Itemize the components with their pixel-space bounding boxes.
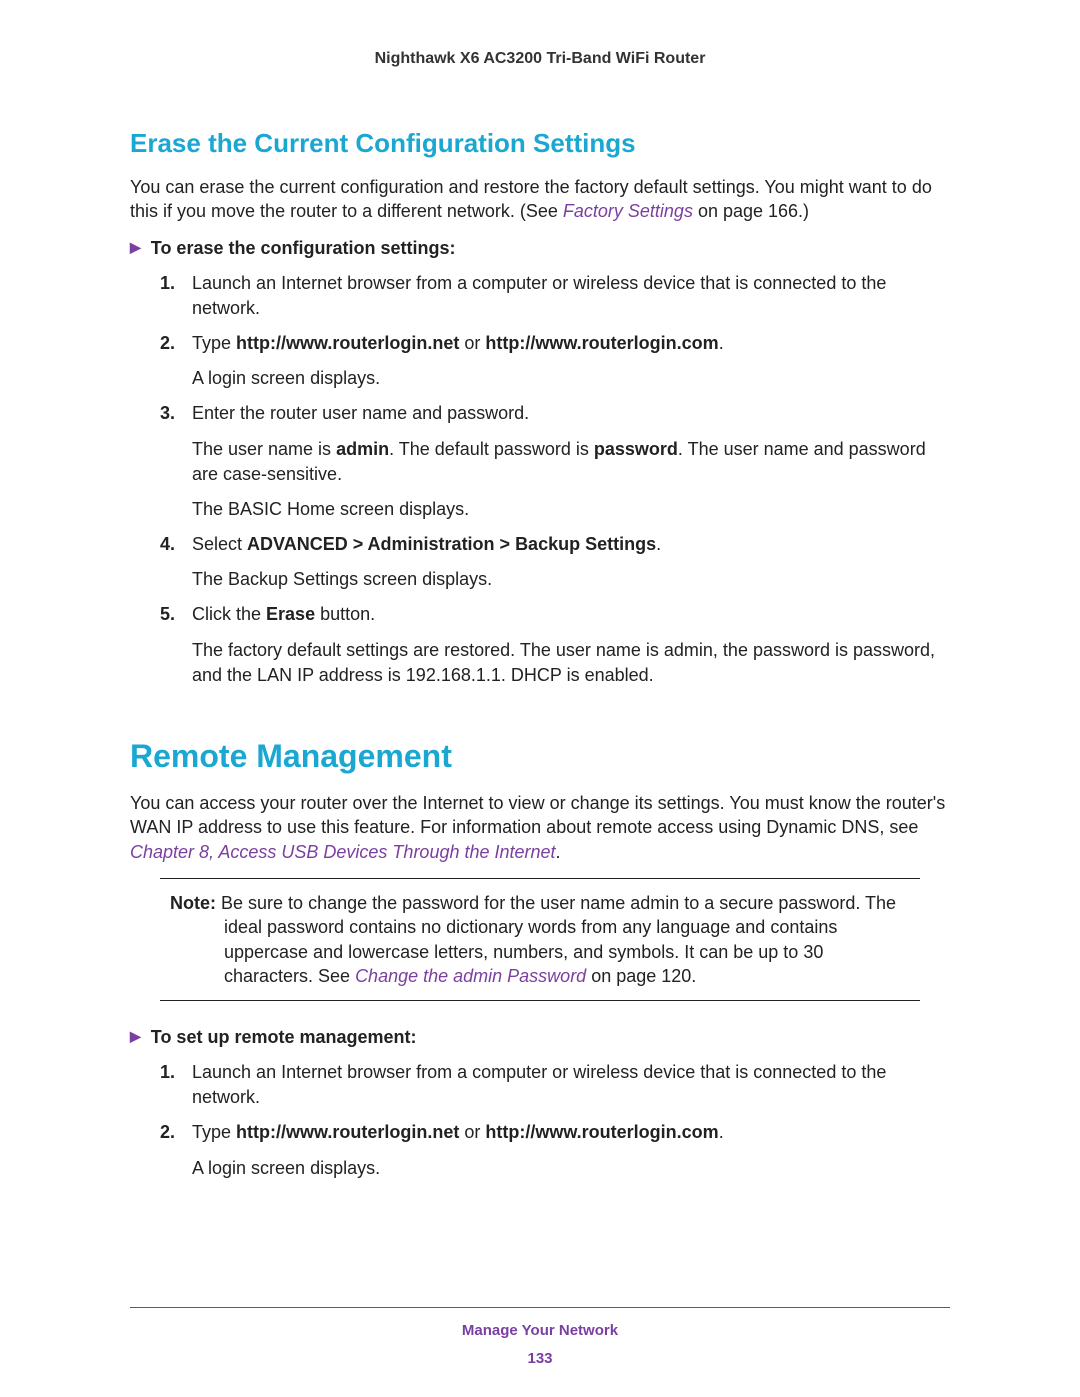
procedure-steps: 1. Launch an Internet browser from a com… xyxy=(160,1060,950,1181)
step: 1. Launch an Internet browser from a com… xyxy=(160,271,950,321)
paragraph: You can access your router over the Inte… xyxy=(130,791,950,864)
step-text: The BASIC Home screen displays. xyxy=(192,497,950,522)
bold-text: password xyxy=(594,439,678,459)
step: 3. Enter the router user name and passwo… xyxy=(160,401,950,522)
document-header-title: Nighthawk X6 AC3200 Tri-Band WiFi Router xyxy=(130,50,950,68)
step-number: 4. xyxy=(160,532,175,557)
text: You can access your router over the Inte… xyxy=(130,793,945,837)
step-text: Launch an Internet browser from a comput… xyxy=(192,271,950,321)
url-text: http://www.routerlogin.com xyxy=(485,1122,718,1142)
step-number: 2. xyxy=(160,331,175,356)
footer-chapter-title: Manage Your Network xyxy=(462,1322,618,1339)
procedure-heading: To erase the configuration settings: xyxy=(130,238,950,259)
step-text: Select ADVANCED > Administration > Backu… xyxy=(192,532,950,557)
note-label: Note: xyxy=(170,893,216,913)
step-number: 5. xyxy=(160,602,175,627)
step: 2. Type http://www.routerlogin.net or ht… xyxy=(160,331,950,391)
step-text: The user name is admin. The default pass… xyxy=(192,437,950,487)
text: on page 120. xyxy=(586,966,696,986)
step-text: Launch an Internet browser from a comput… xyxy=(192,1060,950,1110)
procedure-heading-text: To set up remote management: xyxy=(151,1027,417,1047)
url-text: http://www.routerlogin.net xyxy=(236,1122,459,1142)
note-block: Note: Be sure to change the password for… xyxy=(160,878,920,1001)
menu-path: ADVANCED > Administration > Backup Setti… xyxy=(247,534,656,554)
heading-erase-config: Erase the Current Configuration Settings xyxy=(130,128,950,159)
cross-reference-link[interactable]: Change the admin Password xyxy=(355,966,586,986)
step-number: 1. xyxy=(160,1060,175,1085)
text: or xyxy=(459,333,485,353)
step-text: The Backup Settings screen displays. xyxy=(192,567,950,592)
text: Click the xyxy=(192,604,266,624)
url-text: http://www.routerlogin.com xyxy=(485,333,718,353)
step-number: 2. xyxy=(160,1120,175,1145)
step-text: The factory default settings are restore… xyxy=(192,638,950,688)
footer-page-number: 133 xyxy=(130,1350,950,1367)
bold-text: admin xyxy=(336,439,389,459)
text: Type xyxy=(192,1122,236,1142)
step-text: A login screen displays. xyxy=(192,366,950,391)
cross-reference-link[interactable]: Chapter 8, Access USB Devices Through th… xyxy=(130,842,556,862)
step-number: 3. xyxy=(160,401,175,426)
step-text: Enter the router user name and password. xyxy=(192,401,950,426)
cross-reference-link[interactable]: Factory Settings xyxy=(563,201,693,221)
text: Type xyxy=(192,333,236,353)
text: . xyxy=(719,1122,724,1142)
step-text: Type http://www.routerlogin.net or http:… xyxy=(192,331,950,356)
text: . xyxy=(719,333,724,353)
procedure-steps: 1. Launch an Internet browser from a com… xyxy=(160,271,950,688)
text: The user name is xyxy=(192,439,336,459)
step-text: A login screen displays. xyxy=(192,1156,950,1181)
text: button. xyxy=(315,604,375,624)
step-text: Type http://www.routerlogin.net or http:… xyxy=(192,1120,950,1145)
step-number: 1. xyxy=(160,271,175,296)
procedure-heading-text: To erase the configuration settings: xyxy=(151,238,456,258)
note-body: Note: Be sure to change the password for… xyxy=(170,891,910,988)
text: You can erase the current configuration … xyxy=(130,177,932,221)
text: . The default password is xyxy=(389,439,594,459)
step: 2. Type http://www.routerlogin.net or ht… xyxy=(160,1120,950,1180)
step: 5. Click the Erase button. The factory d… xyxy=(160,602,950,688)
page-footer: Manage Your Network 133 xyxy=(130,1307,950,1367)
step: 1. Launch an Internet browser from a com… xyxy=(160,1060,950,1110)
heading-remote-management: Remote Management xyxy=(130,738,950,775)
text: on page 166.) xyxy=(693,201,809,221)
procedure-heading: To set up remote management: xyxy=(130,1027,950,1048)
text: . xyxy=(556,842,561,862)
button-name: Erase xyxy=(266,604,315,624)
paragraph: You can erase the current configuration … xyxy=(130,175,950,224)
text: . xyxy=(656,534,661,554)
text: or xyxy=(459,1122,485,1142)
text: Select xyxy=(192,534,247,554)
document-page: Nighthawk X6 AC3200 Tri-Band WiFi Router… xyxy=(0,0,1080,1397)
step: 4. Select ADVANCED > Administration > Ba… xyxy=(160,532,950,592)
url-text: http://www.routerlogin.net xyxy=(236,333,459,353)
step-text: Click the Erase button. xyxy=(192,602,950,627)
